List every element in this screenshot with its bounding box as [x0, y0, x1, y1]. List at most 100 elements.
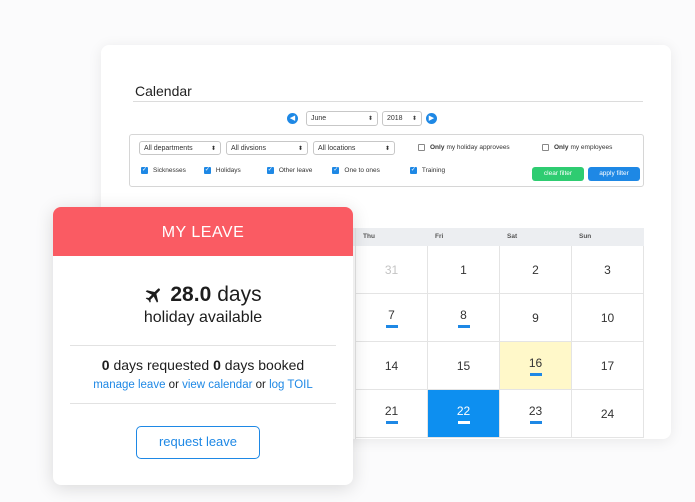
day-header-thu: Thu	[363, 233, 375, 240]
day-number: 7	[388, 307, 395, 322]
request-leave-button[interactable]: request leave	[136, 426, 260, 459]
year-select-value: 2018	[387, 114, 403, 122]
calendar-day-cell[interactable]: 24	[572, 390, 644, 438]
employees-checkbox[interactable]: Only my employees	[542, 144, 612, 151]
divisions-select-value: All divsions	[231, 144, 267, 152]
or-text: or	[168, 379, 179, 391]
apply-filter-button[interactable]: apply filter	[588, 167, 640, 181]
select-caret-icon: ⬍	[384, 145, 390, 152]
title-divider	[133, 101, 643, 102]
requested-label: days requested	[113, 357, 210, 373]
check-icon[interactable]: ✓	[409, 167, 417, 174]
divisions-select[interactable]: All divsions ⬍	[226, 141, 308, 155]
day-number: 3	[604, 262, 611, 277]
training-label: Training	[421, 167, 446, 174]
booked-value: 0	[213, 357, 221, 373]
day-header-sun: Sun	[579, 233, 592, 240]
calendar-day-cell[interactable]: 8	[428, 294, 500, 342]
checkbox-box[interactable]	[542, 144, 549, 151]
filter-panel: All departments ⬍ All divsions ⬍ All loc…	[129, 134, 644, 187]
day-header-sat: Sat	[507, 233, 518, 240]
day-header-fri: Fri	[435, 233, 444, 240]
day-number: 22	[456, 403, 471, 418]
calendar-day-cell[interactable]: 7	[356, 294, 428, 342]
calendar-day-cell[interactable]: 2	[500, 246, 572, 294]
holiday-approvees-checkbox[interactable]: Only my holiday approvees	[418, 144, 510, 151]
airplane-icon	[146, 288, 161, 303]
approvees-label: my holiday approvees	[446, 144, 510, 151]
holidays-label: Holidays	[215, 167, 241, 174]
filter-selects: All departments ⬍ All divsions ⬍ All loc…	[139, 141, 400, 155]
calendar-title: Calendar	[135, 83, 192, 99]
manage-leave-link[interactable]: manage leave	[93, 379, 165, 391]
approvees-only-label: Only	[430, 144, 445, 151]
locations-select[interactable]: All locations ⬍	[313, 141, 395, 155]
month-select[interactable]: June ⬍	[306, 110, 378, 126]
log-toil-link[interactable]: log TOIL	[269, 379, 313, 391]
booked-label: days booked	[224, 357, 305, 373]
locations-select-value: All locations	[318, 144, 356, 152]
calendar-grid: Thu Fri Sat Sun 31 1 2 3 7 8 9 10 14 15 16 17 21 22 23…	[350, 228, 644, 439]
leave-indicator	[529, 372, 542, 376]
calendar-day-cell[interactable]: 31	[356, 246, 428, 294]
year-select[interactable]: 2018 ⬍	[382, 110, 422, 126]
one-to-ones-checkbox[interactable]: ✓ One to ones	[332, 167, 380, 174]
calendar-day-cell[interactable]: 17	[572, 342, 644, 390]
calendar-day-cell[interactable]: 10	[572, 294, 644, 342]
one-to-ones-label: One to ones	[344, 167, 380, 174]
departments-select[interactable]: All departments ⬍	[139, 141, 221, 155]
calendar-day-cell[interactable]: 22	[428, 390, 500, 438]
day-number: 1	[460, 262, 467, 277]
days-value: 28.0	[170, 283, 212, 306]
day-number: 16	[528, 355, 543, 370]
check-icon[interactable]: ✓	[141, 167, 148, 174]
chevron-right-icon[interactable]: ▶	[426, 112, 437, 124]
holiday-available-label: holiday available	[143, 309, 263, 326]
view-calendar-link[interactable]: view calendar	[182, 379, 252, 391]
day-number: 15	[456, 358, 471, 373]
calendar-day-cell[interactable]: 16	[500, 342, 572, 390]
divider	[70, 345, 336, 346]
or-text: or	[255, 379, 266, 391]
calendar-day-cell[interactable]: 1	[428, 246, 500, 294]
days-available-line: 28.0 days	[53, 283, 353, 307]
day-number: 21	[384, 403, 399, 418]
training-checkbox[interactable]: ✓ Training	[409, 167, 446, 174]
holidays-checkbox[interactable]: ✓ Holidays	[203, 167, 241, 174]
day-number: 31	[384, 262, 399, 277]
leave-indicator	[385, 324, 398, 328]
clear-filter-button[interactable]: clear filter	[532, 167, 584, 181]
day-number: 9	[532, 310, 539, 325]
other-leave-checkbox[interactable]: ✓ Other leave	[266, 167, 313, 174]
select-caret-icon: ⬍	[297, 145, 303, 152]
other-leave-label: Other leave	[278, 167, 313, 174]
select-caret-icon: ⬍	[411, 115, 417, 122]
days-unit: days	[217, 283, 262, 306]
divider	[70, 403, 336, 404]
month-select-value: June	[311, 114, 327, 122]
calendar-day-cell[interactable]: 21	[356, 390, 428, 438]
check-icon[interactable]: ✓	[266, 167, 274, 174]
month-navigation: ◀ June ⬍ 2018 ⬍ ▶	[287, 109, 437, 127]
chevron-left-icon[interactable]: ◀	[287, 112, 298, 124]
leave-indicator	[385, 420, 398, 424]
calendar-day-cell[interactable]: 3	[572, 246, 644, 294]
day-number: 2	[532, 262, 539, 277]
stage: Calendar ◀ June ⬍ 2018 ⬍ ▶ All departmen…	[0, 0, 695, 502]
departments-select-value: All departments	[144, 144, 193, 152]
my-leave-card: MY LEAVE 28.0 days holiday available 0 d…	[53, 207, 353, 485]
calendar-day-cell[interactable]: 23	[500, 390, 572, 438]
sicknesses-checkbox[interactable]: ✓ Sicknesses	[141, 167, 186, 174]
requested-value: 0	[101, 357, 110, 373]
check-icon[interactable]: ✓	[203, 167, 211, 174]
day-number: 24	[600, 406, 615, 421]
calendar-day-cell[interactable]: 14	[356, 342, 428, 390]
calendar-day-cell[interactable]: 15	[428, 342, 500, 390]
leave-indicator	[457, 420, 470, 424]
checkbox-box[interactable]	[418, 144, 425, 151]
calendar-day-cell[interactable]: 9	[500, 294, 572, 342]
employees-only-label: Only	[554, 144, 569, 151]
day-number: 17	[600, 358, 615, 373]
check-icon[interactable]: ✓	[332, 167, 340, 174]
day-number: 23	[528, 403, 543, 418]
